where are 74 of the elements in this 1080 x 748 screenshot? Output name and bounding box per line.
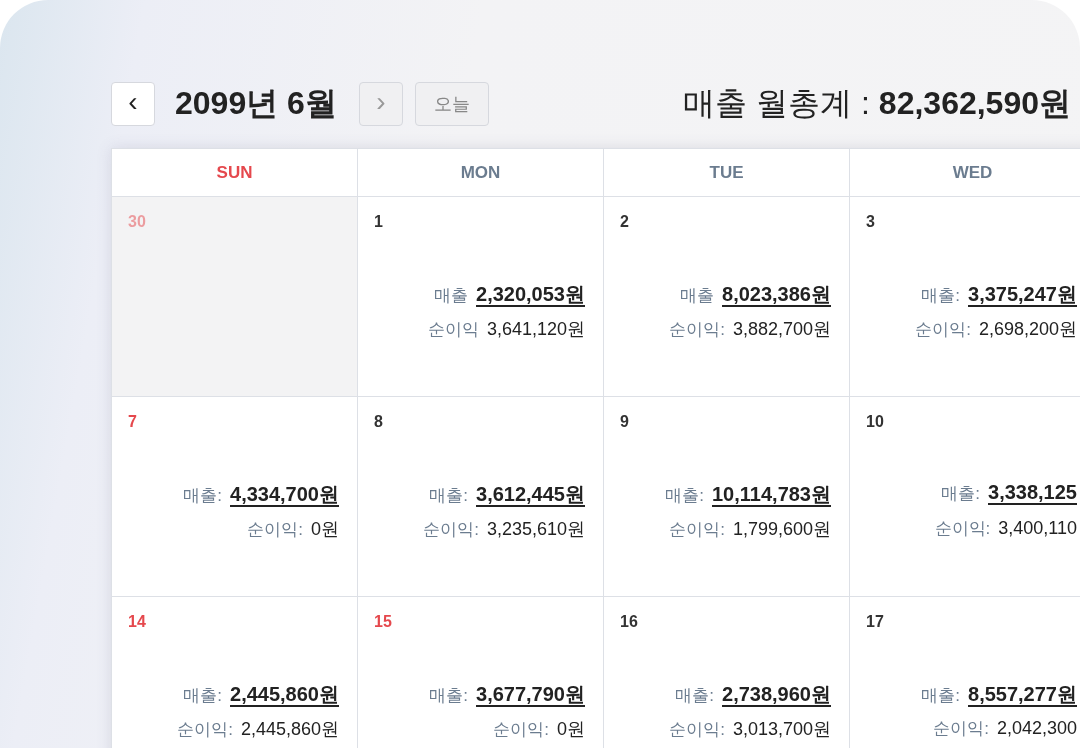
profit-amount: 3,013,700원 xyxy=(732,718,831,741)
profit-label: 순이익: xyxy=(423,519,479,541)
profit-amount: 3,882,700원 xyxy=(732,318,831,341)
day-number: 2 xyxy=(620,213,629,231)
month-title: 2099년 6월 xyxy=(175,84,337,123)
profit-amount: 1,799,600원 xyxy=(732,518,831,541)
sales-label: 매출 xyxy=(434,285,468,307)
day-cell[interactable]: 14 매출: 2,445,860원 순이익: 2,445,860원 xyxy=(112,597,358,748)
day-number: 3 xyxy=(866,213,875,231)
day-number: 17 xyxy=(866,613,884,631)
weekday-header: SUN xyxy=(216,162,253,183)
day-cell[interactable]: 15 매출: 3,677,790원 순이익: 0원 xyxy=(358,597,604,748)
sales-label: 매출: xyxy=(675,685,714,707)
profit-label: 순이익: xyxy=(177,719,233,741)
profit-label: 순이익: xyxy=(669,319,725,341)
sales-amount[interactable]: 3,612,445원 xyxy=(476,481,585,508)
sales-label: 매출: xyxy=(183,485,222,507)
profit-label: 순이익: xyxy=(915,319,971,341)
day-number: 14 xyxy=(128,613,146,631)
profit-amount: 2,042,300 xyxy=(996,718,1077,739)
day-cell[interactable]: 17 매출: 8,557,277원 순이익: 2,042,300 xyxy=(850,597,1080,748)
day-cell[interactable]: 2 매출 8,023,386원 순이익: 3,882,700원 xyxy=(604,197,850,397)
profit-amount: 2,698,200원 xyxy=(978,318,1077,341)
sales-label: 매출: xyxy=(183,685,222,707)
sales-label: 매출: xyxy=(941,483,980,505)
profit-amount: 3,641,120원 xyxy=(486,318,585,341)
day-number: 1 xyxy=(374,213,383,231)
day-number: 7 xyxy=(128,413,137,431)
profit-label: 순이익: xyxy=(493,719,549,741)
day-cell[interactable]: 3 매출: 3,375,247원 순이익: 2,698,200원 xyxy=(850,197,1080,397)
profit-label: 순이익: xyxy=(934,518,991,540)
sales-label: 매출 xyxy=(680,285,714,307)
profit-amount: 3,235,610원 xyxy=(486,518,585,541)
day-number: 8 xyxy=(374,413,383,431)
sales-label: 매출: xyxy=(429,685,468,707)
profit-label: 순이익: xyxy=(669,519,725,541)
day-cell[interactable]: 1 매출 2,320,053원 순이익 3,641,120원 xyxy=(358,197,604,397)
day-cell[interactable]: 9 매출: 10,114,783원 순이익: 1,799,600원 xyxy=(604,397,850,597)
day-cell[interactable]: 8 매출: 3,612,445원 순이익: 3,235,610원 xyxy=(358,397,604,597)
sales-amount[interactable]: 8,023,386원 xyxy=(722,281,831,308)
previous-month-button[interactable]: ‹ xyxy=(111,82,155,126)
sales-amount[interactable]: 10,114,783원 xyxy=(712,481,831,508)
weekday-header: TUE xyxy=(709,162,744,183)
sales-amount[interactable]: 3,375,247원 xyxy=(968,281,1077,308)
profit-label: 순이익 xyxy=(427,319,479,341)
sales-amount[interactable]: 2,445,860원 xyxy=(230,681,339,708)
sales-label: 매출: xyxy=(921,285,960,307)
sales-amount[interactable]: 3,338,125 xyxy=(988,481,1077,504)
weekday-header: WED xyxy=(952,162,993,183)
profit-amount: 0원 xyxy=(311,518,339,541)
sales-amount[interactable]: 3,677,790원 xyxy=(476,681,585,708)
profit-amount: 2,445,860원 xyxy=(240,718,339,741)
sales-amount[interactable]: 2,738,960원 xyxy=(722,681,831,708)
profit-amount: 3,400,110 xyxy=(998,518,1077,539)
day-cell[interactable]: 7 매출: 4,334,700원 순이익: 0원 xyxy=(112,397,358,597)
profit-label: 순이익: xyxy=(933,718,989,740)
sales-label: 매출: xyxy=(665,485,704,507)
day-number: 16 xyxy=(620,613,638,631)
profit-label: 순이익: xyxy=(247,519,303,541)
day-number: 9 xyxy=(620,413,629,431)
monthly-sales-total: 매출 월총계 : 82,362,590원 xyxy=(683,84,1071,123)
profit-amount: 0원 xyxy=(557,718,585,741)
weekday-header: MON xyxy=(460,162,501,183)
day-cell[interactable]: 10 매출: 3,338,125 순이익: 3,400,110 xyxy=(850,397,1080,597)
day-number: 30 xyxy=(128,213,146,231)
sales-label: 매출: xyxy=(921,685,960,707)
sales-label: 매출: xyxy=(429,485,468,507)
day-number: 10 xyxy=(866,413,884,431)
day-cell[interactable]: 16 매출: 2,738,960원 순이익: 3,013,700원 xyxy=(604,597,850,748)
profit-label: 순이익: xyxy=(669,719,725,741)
sales-amount[interactable]: 8,557,277원 xyxy=(968,681,1077,708)
sales-amount[interactable]: 2,320,053원 xyxy=(476,281,585,308)
day-number: 15 xyxy=(374,613,392,631)
sales-amount[interactable]: 4,334,700원 xyxy=(230,481,339,508)
